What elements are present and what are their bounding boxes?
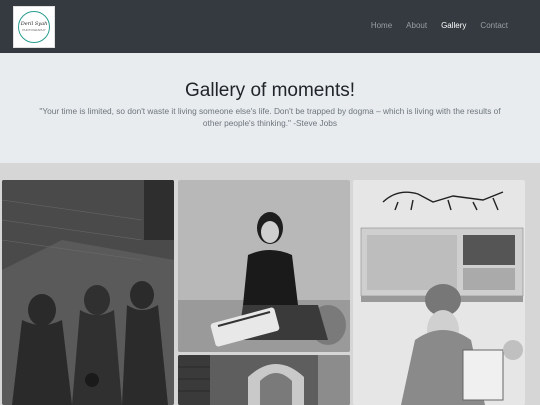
logo-sub: PHOTOGRAPHY bbox=[22, 28, 46, 32]
nav-home-link[interactable]: Home bbox=[364, 21, 399, 30]
hero-quote: "Your time is limited, so don't waste it… bbox=[39, 106, 501, 128]
nav-gallery-link[interactable]: Gallery bbox=[434, 21, 473, 30]
photo-museum-dinosaur[interactable] bbox=[353, 180, 525, 405]
nav-links: Home About Gallery Contact bbox=[364, 21, 515, 30]
brand-logo[interactable]: Deril Syah PHOTOGRAPHY bbox=[13, 6, 55, 48]
page-title: Gallery of moments! bbox=[185, 80, 355, 101]
nav-contact-link[interactable]: Contact bbox=[473, 21, 515, 30]
navbar: Deril Syah PHOTOGRAPHY Home About Galler… bbox=[0, 0, 540, 53]
photo-shadows-on-wall[interactable] bbox=[2, 180, 174, 405]
logo-ring-icon bbox=[18, 11, 50, 43]
photo-gallery bbox=[0, 163, 540, 405]
photo-woman-sitting[interactable] bbox=[178, 180, 350, 352]
nav-about-link[interactable]: About bbox=[399, 21, 434, 30]
photo-architecture[interactable] bbox=[178, 355, 350, 405]
hero-jumbotron: Gallery of moments! "Your time is limite… bbox=[0, 53, 540, 163]
logo-text: Deril Syah bbox=[20, 21, 48, 27]
